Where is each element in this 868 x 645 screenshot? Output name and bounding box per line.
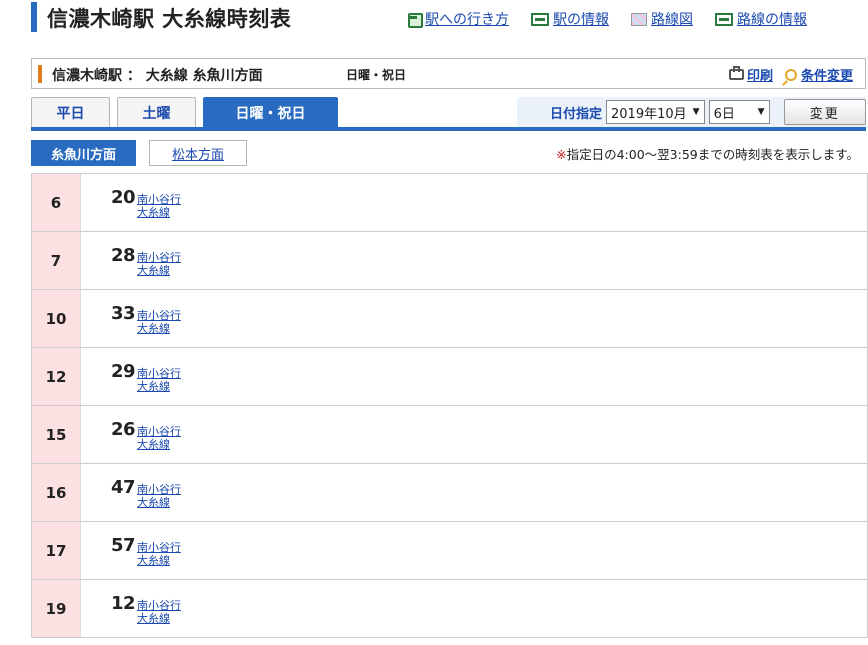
tab-saturday[interactable]: 土曜: [117, 97, 196, 127]
table-row: 15 26 南小谷行 大糸線: [31, 406, 868, 464]
hour-cell: 10: [31, 290, 81, 347]
timetable-subheader: 信濃木崎駅 ： 大糸線 糸魚川方面 日曜・祝日 印刷 条件変更: [31, 58, 866, 89]
link-line-info-label[interactable]: 路線の情報: [737, 9, 807, 29]
direction-tab-itoigawa[interactable]: 糸魚川方面: [31, 140, 136, 166]
link-access-label[interactable]: 駅への行き方: [425, 9, 509, 29]
change-date-button[interactable]: 変更: [783, 99, 866, 125]
departure-minute[interactable]: 26: [111, 419, 136, 440]
tab-weekday[interactable]: 平日: [31, 97, 110, 127]
tab-sunday-holiday[interactable]: 日曜・祝日: [203, 97, 338, 127]
table-row: 19 12 南小谷行 大糸線: [31, 580, 868, 638]
link-line-info[interactable]: 路線の情報: [715, 9, 807, 29]
hour-cell: 7: [31, 232, 81, 289]
station-icon: [531, 12, 549, 26]
direction-tabs: 糸魚川方面 松本方面 ※指定日の4:00～翌3:59までの時刻表を表示します。: [31, 140, 866, 166]
departure-minute[interactable]: 33: [111, 303, 136, 324]
table-row: 17 57 南小谷行 大糸線: [31, 522, 868, 580]
departure-minute[interactable]: 29: [111, 361, 136, 382]
note-mark: ※: [556, 147, 567, 162]
departure-line[interactable]: 大糸線: [137, 378, 170, 394]
departure-line[interactable]: 大糸線: [137, 204, 170, 220]
timetable: 6 20 南小谷行 大糸線 7 28 南小谷行 大糸線 10 33 南小谷行 大…: [31, 173, 868, 638]
day-tabs: 平日 土曜 日曜・祝日 日付指定 2019年10月 ▼ 6日 ▼ 変更: [31, 97, 866, 131]
tabs-underline: [31, 127, 866, 131]
link-route-map[interactable]: 路線図: [631, 9, 693, 29]
departure-minute[interactable]: 20: [111, 187, 136, 208]
departure-line[interactable]: 大糸線: [137, 262, 170, 278]
hour-cell: 17: [31, 522, 81, 579]
hour-cell: 12: [31, 348, 81, 405]
subheader-actions: 印刷 条件変更: [717, 65, 853, 84]
departure-minute[interactable]: 57: [111, 535, 136, 556]
hour-cell: 16: [31, 464, 81, 521]
link-station-info-label[interactable]: 駅の情報: [553, 9, 609, 29]
map-icon: [631, 12, 647, 26]
table-row: 10 33 南小谷行 大糸線: [31, 290, 868, 348]
bus-icon: [407, 12, 423, 28]
printer-icon: [728, 66, 744, 80]
table-row: 16 47 南小谷行 大糸線: [31, 464, 868, 522]
search-icon: [784, 68, 797, 81]
link-route-map-label[interactable]: 路線図: [651, 9, 693, 29]
link-access[interactable]: 駅への行き方: [407, 9, 509, 29]
page-title: 信濃木崎駅 大糸線時刻表: [47, 7, 292, 31]
station-icon: [715, 12, 733, 26]
timetable-page: 信濃木崎駅 大糸線時刻表 駅への行き方 駅の情報 路線図 路線の情報 信濃木崎駅…: [0, 0, 868, 645]
departure-line[interactable]: 大糸線: [137, 436, 170, 452]
month-select-value: 2019年10月: [611, 106, 687, 122]
change-conditions-label[interactable]: 条件変更: [801, 65, 853, 84]
top-links: 駅への行き方 駅の情報 路線図 路線の情報: [407, 8, 807, 30]
direction-tab-matsumoto[interactable]: 松本方面: [149, 140, 247, 166]
departure-minute[interactable]: 12: [111, 593, 136, 614]
departure-minute[interactable]: 28: [111, 245, 136, 266]
subheader-day-type: 日曜・祝日: [346, 68, 407, 82]
departure-line[interactable]: 大糸線: [137, 552, 170, 568]
hour-cell: 19: [31, 580, 81, 637]
direction-tab-matsumoto-label[interactable]: 松本方面: [172, 144, 224, 163]
day-select-value: 6日: [713, 106, 735, 122]
departure-line[interactable]: 大糸線: [137, 494, 170, 510]
time-range-note: ※指定日の4:00～翌3:59までの時刻表を表示します。: [556, 144, 859, 163]
chevron-down-icon: ▼: [757, 107, 765, 117]
departure-line[interactable]: 大糸線: [137, 320, 170, 336]
table-row: 6 20 南小谷行 大糸線: [31, 174, 868, 232]
table-row: 7 28 南小谷行 大糸線: [31, 232, 868, 290]
hour-cell: 6: [31, 174, 81, 231]
print-button[interactable]: 印刷: [728, 65, 773, 84]
table-row: 12 29 南小谷行 大糸線: [31, 348, 868, 406]
date-picker-label: 日付指定: [550, 106, 603, 122]
chevron-down-icon: ▼: [692, 107, 700, 117]
departure-minute[interactable]: 47: [111, 477, 136, 498]
subheader-title: 信濃木崎駅 ： 大糸線 糸魚川方面: [52, 68, 263, 84]
print-label[interactable]: 印刷: [747, 65, 773, 84]
title-accent-bar: [31, 2, 37, 32]
change-conditions-button[interactable]: 条件変更: [784, 65, 853, 84]
day-select[interactable]: 6日 ▼: [708, 100, 770, 124]
date-picker: 日付指定 2019年10月 ▼ 6日 ▼ 変更: [517, 97, 866, 127]
note-text: 指定日の4:00～翌3:59までの時刻表を表示します。: [566, 147, 859, 162]
month-select[interactable]: 2019年10月 ▼: [606, 100, 705, 124]
departure-line[interactable]: 大糸線: [137, 610, 170, 626]
subheader-accent-bar: [38, 65, 42, 83]
hour-cell: 15: [31, 406, 81, 463]
link-station-info[interactable]: 駅の情報: [531, 9, 609, 29]
